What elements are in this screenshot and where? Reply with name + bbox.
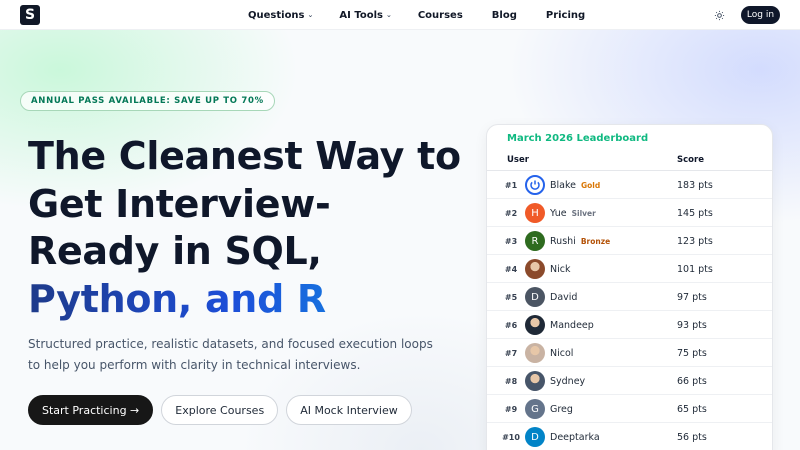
- user-name-cell: Blake Gold: [550, 171, 600, 199]
- nav-blog-label: Blog: [491, 9, 517, 21]
- letter-avatar[interactable]: R: [525, 231, 545, 251]
- photo-avatar[interactable]: [525, 343, 545, 363]
- leaderboard-row[interactable]: #2 H Yue Silver 145 pts: [487, 199, 772, 227]
- nav-pricing-label: Pricing: [545, 9, 586, 21]
- user-name[interactable]: Greg: [550, 404, 573, 415]
- hero-subtitle: Structured practice, realistic datasets,…: [28, 337, 433, 372]
- score-value: 66 pts: [677, 375, 707, 387]
- hero-title: The Cleanest Way to Get Interview- Ready…: [28, 133, 478, 323]
- user-name-cell: Nicol: [550, 339, 573, 367]
- rank-label: #2: [504, 208, 518, 218]
- score-value: 56 pts: [677, 431, 707, 443]
- score-value: 101 pts: [677, 263, 713, 275]
- letter-avatar[interactable]: H: [525, 203, 545, 223]
- leaderboard-title: March 2026 Leaderboard: [507, 133, 649, 144]
- user-name[interactable]: Sydney: [550, 376, 585, 387]
- user-name[interactable]: Yue: [550, 208, 567, 219]
- user-name[interactable]: Rushi: [550, 236, 576, 247]
- hero-title-line: Ready in SQL,: [28, 229, 322, 273]
- hero-title-line: Get Interview-: [28, 181, 331, 226]
- chevron-down-icon: ⌄: [307, 11, 314, 19]
- medal-badge: Bronze: [580, 236, 611, 246]
- user-name-cell: Sydney: [550, 367, 585, 395]
- user-name-cell: Nick: [550, 255, 570, 283]
- user-name[interactable]: Deeptarka: [550, 432, 600, 443]
- user-name[interactable]: Mandeep: [550, 320, 594, 331]
- score-value: 93 pts: [677, 319, 707, 331]
- photo-avatar[interactable]: [525, 315, 545, 335]
- score-value: 97 pts: [677, 291, 707, 303]
- user-name-cell: David: [550, 283, 577, 311]
- rank-label: #10: [502, 432, 520, 442]
- leaderboard-row[interactable]: #8 Sydney 66 pts: [487, 367, 772, 395]
- hero-title-line: The Cleanest Way to: [28, 134, 461, 178]
- nav-pricing[interactable]: Pricing: [546, 10, 585, 21]
- nav-questions-label: Questions: [248, 9, 305, 21]
- photo-avatar[interactable]: [525, 259, 545, 279]
- nav-courses[interactable]: Courses: [418, 10, 463, 21]
- score-value: 183 pts: [677, 179, 713, 191]
- nav-links: Questions ⌄ AI Tools ⌄ Courses Blog Pric…: [248, 0, 585, 30]
- leaderboard-row[interactable]: #7 Nicol 75 pts: [487, 339, 772, 367]
- chevron-down-icon: ⌄: [385, 11, 392, 19]
- score-value: 145 pts: [677, 207, 713, 219]
- user-name[interactable]: David: [550, 292, 577, 303]
- rank-label: #4: [504, 264, 518, 274]
- photo-avatar[interactable]: [525, 371, 545, 391]
- leaderboard-row[interactable]: #6 Mandeep 93 pts: [487, 311, 772, 339]
- user-name-cell: Mandeep: [550, 311, 594, 339]
- rank-label: #9: [504, 404, 518, 414]
- user-name-cell: Yue Silver: [550, 199, 596, 227]
- rank-label: #1: [504, 180, 518, 190]
- nav-courses-label: Courses: [417, 9, 463, 21]
- user-name[interactable]: Nick: [550, 264, 570, 275]
- score-value: 65 pts: [677, 403, 707, 415]
- power-logo-avatar[interactable]: [525, 175, 545, 195]
- cta-row: Start Practicing → Explore Courses AI Mo…: [28, 395, 412, 425]
- leaderboard-row[interactable]: #9 G Greg 65 pts: [487, 395, 772, 423]
- leaderboard-row[interactable]: #5 D David 97 pts: [487, 283, 772, 311]
- nav-ai-tools-label: AI Tools: [339, 9, 383, 21]
- score-value: 123 pts: [677, 235, 713, 247]
- nav-ai-tools[interactable]: AI Tools ⌄: [339, 10, 391, 21]
- user-name-cell: Rushi Bronze: [550, 227, 610, 255]
- site-logo[interactable]: S: [20, 5, 40, 25]
- user-name-cell: Greg: [550, 395, 573, 423]
- rank-label: #6: [504, 320, 518, 330]
- leaderboard-header: User Score: [487, 153, 772, 171]
- letter-avatar[interactable]: D: [525, 287, 545, 307]
- leaderboard-rows: #1 Blake Gold 183 pts #2 H Yue Silver 145 pts #3 R…: [487, 171, 772, 450]
- logo-letter: S: [24, 7, 36, 23]
- top-navbar: S Questions ⌄ AI Tools ⌄ Courses Blog Pr…: [0, 0, 800, 30]
- column-header-user: User: [507, 155, 529, 165]
- login-button[interactable]: Log in: [741, 6, 780, 24]
- nav-blog[interactable]: Blog: [492, 10, 517, 21]
- rank-label: #8: [504, 376, 518, 386]
- column-header-score: Score: [677, 155, 704, 165]
- user-name-cell: Deeptarka: [550, 423, 600, 450]
- annual-pass-badge[interactable]: ANNUAL PASS AVAILABLE: SAVE UP TO 70%: [20, 91, 275, 111]
- rank-label: #7: [504, 348, 518, 358]
- ai-mock-interview-button[interactable]: AI Mock Interview: [286, 395, 412, 425]
- nav-questions[interactable]: Questions ⌄: [248, 10, 313, 21]
- leaderboard-row[interactable]: #3 R Rushi Bronze 123 pts: [487, 227, 772, 255]
- leaderboard-row[interactable]: #10 D Deeptarka 56 pts: [487, 423, 772, 450]
- explore-courses-button[interactable]: Explore Courses: [161, 395, 279, 425]
- start-practicing-button[interactable]: Start Practicing →: [28, 395, 154, 425]
- score-value: 75 pts: [677, 347, 707, 359]
- rank-label: #5: [504, 292, 518, 302]
- hero-title-accent: Python, and R: [28, 276, 478, 324]
- rank-label: #3: [504, 236, 518, 246]
- theme-toggle[interactable]: [712, 8, 726, 22]
- sun-icon: [714, 10, 724, 20]
- user-name[interactable]: Blake: [550, 180, 576, 191]
- user-name[interactable]: Nicol: [550, 348, 573, 359]
- leaderboard-card: March 2026 Leaderboard User Score #1 Blak…: [486, 124, 773, 450]
- leaderboard-row[interactable]: #1 Blake Gold 183 pts: [487, 171, 772, 199]
- leaderboard-row[interactable]: #4 Nick 101 pts: [487, 255, 772, 283]
- letter-avatar[interactable]: D: [525, 427, 545, 447]
- medal-badge: Silver: [571, 208, 596, 218]
- letter-avatar[interactable]: G: [525, 399, 545, 419]
- medal-badge: Gold: [581, 180, 601, 190]
